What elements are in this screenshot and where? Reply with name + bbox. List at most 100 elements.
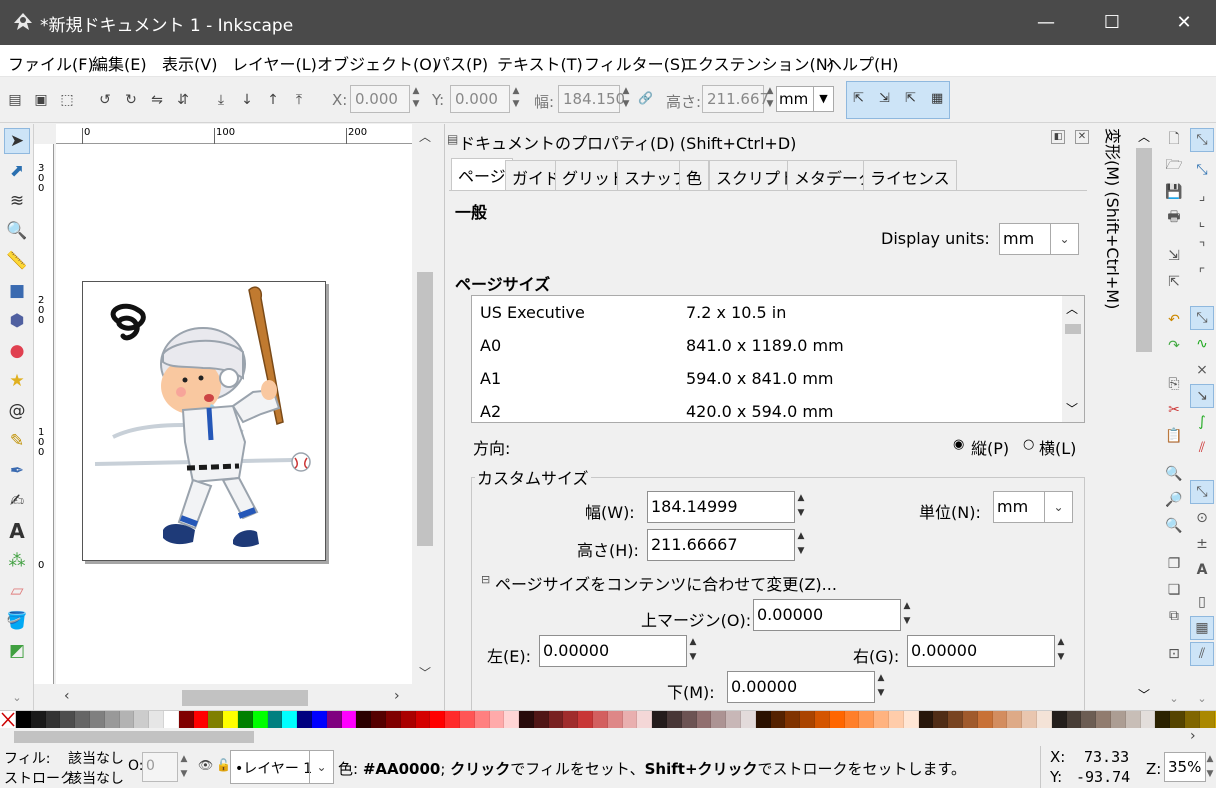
color-swatch[interactable] (459, 711, 475, 728)
rectangle-tool-icon[interactable]: ■ (4, 278, 30, 304)
portrait-radio[interactable]: ◉ (953, 437, 964, 452)
lower-icon[interactable]: ↓ (236, 89, 258, 111)
unlink-clone-icon[interactable]: ⧉ (1162, 604, 1186, 628)
snap-bbox-icon[interactable]: ⤡ (1190, 158, 1214, 182)
dock-scroll-thumb[interactable] (1136, 148, 1152, 352)
chevron-up-icon[interactable]: ︿ (1138, 128, 1150, 145)
color-swatch[interactable] (237, 711, 253, 728)
x-spin-arrows[interactable]: ▲ ▼ (410, 85, 422, 113)
color-swatch[interactable] (1110, 711, 1126, 728)
y-spin-arrows[interactable]: ▲ ▼ (510, 85, 522, 113)
layer-lock-icon[interactable]: 🔓 (216, 758, 231, 772)
color-swatch[interactable] (252, 711, 268, 728)
opacity-input[interactable]: 0 (142, 752, 178, 782)
color-swatch[interactable] (963, 711, 978, 728)
color-swatch[interactable] (430, 711, 446, 728)
color-swatch[interactable] (1170, 711, 1185, 728)
menu-text[interactable]: テキスト(T) (497, 51, 583, 75)
landscape-radio[interactable]: ○ (1023, 437, 1034, 452)
transform-patterns-icon[interactable]: ▦ (931, 91, 943, 106)
color-swatch[interactable] (30, 711, 46, 728)
layer-select[interactable]: •レイヤー 1 ⌄ (230, 750, 334, 784)
color-swatch[interactable] (385, 711, 401, 728)
color-swatch[interactable] (667, 711, 682, 728)
display-units-select[interactable]: mm ⌄ (999, 223, 1079, 255)
color-swatch[interactable] (400, 711, 416, 728)
export-icon[interactable]: ⇱ (1162, 270, 1186, 294)
height-field[interactable]: 211.66667 (647, 529, 795, 561)
lock-icon[interactable]: 🔗 (638, 91, 653, 105)
pen-tool-icon[interactable]: ✒ (4, 458, 30, 484)
chevron-down-icon[interactable]: ﹀ (1138, 686, 1150, 703)
zoom-spin-arrows[interactable]: ▲ ▼ (1204, 752, 1216, 782)
node-tool-icon[interactable]: ⬈ (4, 158, 30, 184)
zoom-selection-icon[interactable]: 🔍 (1162, 462, 1186, 486)
copy-icon[interactable]: ⎘ (1162, 372, 1186, 396)
menu-path[interactable]: パス(P) (434, 51, 488, 75)
snap-guides-icon[interactable]: ⫽ (1190, 642, 1214, 666)
3d-box-tool-icon[interactable]: ⬢ (4, 308, 30, 334)
color-swatch[interactable] (992, 711, 1008, 728)
color-swatch[interactable] (89, 711, 105, 728)
width-input[interactable]: 184.150 (558, 85, 625, 113)
color-swatch[interactable] (504, 711, 520, 728)
raise-top-icon[interactable]: ⤒ (288, 89, 310, 111)
zoom-page-icon[interactable]: 🔍 (1162, 514, 1186, 538)
gradient-tool-icon[interactable]: ◩ (4, 638, 30, 664)
color-swatch[interactable] (60, 711, 76, 728)
top-margin-field[interactable]: 0.00000 (753, 599, 901, 631)
color-swatch[interactable] (844, 711, 860, 728)
duplicate-icon[interactable]: ❐ (1162, 552, 1186, 576)
snap-enable-icon[interactable]: ⤡ (1190, 128, 1214, 152)
color-swatch[interactable] (267, 711, 283, 728)
color-swatch[interactable] (489, 711, 505, 728)
color-swatch[interactable] (741, 711, 756, 728)
color-swatch[interactable] (1140, 711, 1156, 728)
right-margin-field[interactable]: 0.00000 (907, 635, 1055, 667)
right-margin-spin-arrows[interactable]: ▲ ▼ (1055, 635, 1067, 667)
lower-bottom-icon[interactable]: ⤓ (210, 89, 232, 111)
top-margin-spin-arrows[interactable]: ▲ ▼ (901, 599, 913, 631)
color-swatch[interactable] (755, 711, 771, 728)
color-swatch[interactable] (1022, 711, 1037, 728)
color-swatch[interactable] (815, 711, 830, 728)
drawing-canvas[interactable] (56, 144, 412, 684)
snap-paths-icon[interactable]: ∿ (1190, 332, 1214, 356)
chevron-down-icon[interactable]: ﹀ (1066, 400, 1078, 417)
menu-view[interactable]: 表示(V) (162, 51, 217, 75)
scale-corners-icon[interactable]: ⇲ (879, 91, 890, 106)
color-swatch[interactable] (593, 711, 608, 728)
color-swatch[interactable] (326, 711, 342, 728)
color-swatch[interactable] (829, 711, 845, 728)
chevron-right-icon[interactable]: › (394, 688, 400, 704)
x-input[interactable]: 0.000 (350, 85, 410, 113)
vertical-scroll-thumb[interactable] (417, 272, 433, 546)
redo-icon[interactable]: ↷ (1162, 334, 1186, 358)
zoom-drawing-icon[interactable]: 🔎 (1162, 488, 1186, 512)
paste-icon[interactable]: 📋 (1162, 424, 1186, 448)
color-swatch[interactable] (711, 711, 727, 728)
paint-bucket-tool-icon[interactable]: 🪣 (4, 608, 30, 634)
snap-bbox-edges-icon[interactable]: ⌟ (1190, 184, 1214, 208)
color-swatch[interactable] (311, 711, 327, 728)
chevron-right-icon[interactable]: › (1190, 728, 1196, 744)
color-swatch[interactable] (1081, 711, 1097, 728)
spray-tool-icon[interactable]: ⁂ (4, 548, 30, 574)
undo-icon[interactable]: ↶ (1162, 308, 1186, 332)
snap-rotation-centers-icon[interactable]: ± (1190, 532, 1214, 556)
horizontal-scroll-thumb[interactable] (182, 690, 308, 706)
color-swatch[interactable] (607, 711, 623, 728)
menu-extensions[interactable]: エクステンション(N) (682, 51, 834, 75)
color-swatch[interactable] (1051, 711, 1067, 728)
menu-file[interactable]: ファイル(F) (8, 51, 94, 75)
palette-scroll-thumb[interactable] (14, 731, 254, 743)
stroke-value[interactable]: 該当なし (68, 768, 124, 788)
menu-layer[interactable]: レイヤー(L) (232, 51, 317, 75)
measure-tool-icon[interactable]: 📏 (4, 248, 30, 274)
color-swatch[interactable] (696, 711, 712, 728)
color-swatch[interactable] (104, 711, 120, 728)
transform-gradients-icon[interactable]: ⇱ (905, 91, 916, 106)
color-swatch[interactable] (445, 711, 460, 728)
snap-overflow-icon[interactable]: ⌄ (1190, 686, 1214, 710)
unit-select[interactable]: mm ▼ (776, 86, 834, 112)
